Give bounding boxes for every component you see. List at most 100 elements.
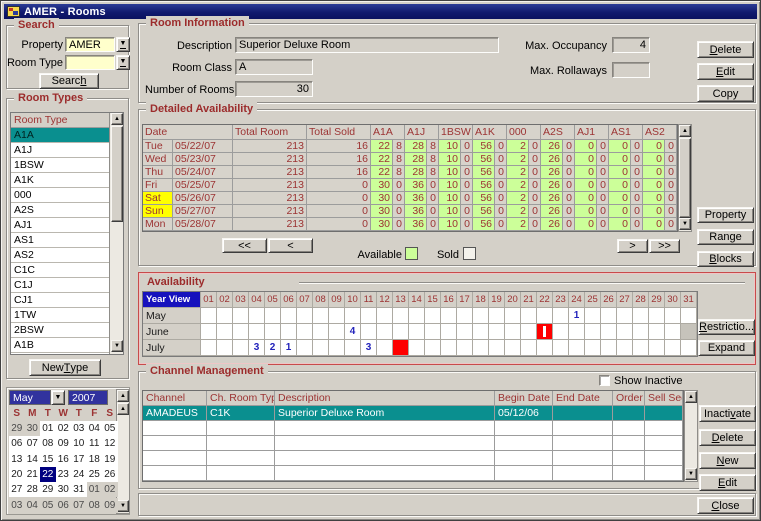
scroll-thumb[interactable] bbox=[111, 126, 123, 222]
year-view-cell[interactable] bbox=[233, 340, 249, 356]
calendar-day[interactable]: 23 bbox=[56, 467, 72, 482]
calendar-day[interactable]: 20 bbox=[9, 467, 25, 482]
year-view-cell[interactable] bbox=[345, 340, 361, 356]
scroll-up-icon[interactable]: ▲ bbox=[117, 390, 129, 402]
year-view-cell[interactable] bbox=[233, 324, 249, 340]
year-view-cell[interactable] bbox=[601, 340, 617, 356]
calendar-day[interactable]: 17 bbox=[71, 452, 87, 467]
year-view-cell[interactable] bbox=[201, 308, 217, 324]
year-view-cell[interactable] bbox=[265, 324, 281, 340]
room-type-item[interactable]: AS2 bbox=[11, 248, 110, 263]
year-view-cell[interactable] bbox=[473, 324, 489, 340]
channel-empty-row[interactable] bbox=[143, 451, 683, 466]
calendar-day[interactable]: 13 bbox=[9, 452, 25, 467]
delete-room-button[interactable]: Delete bbox=[697, 41, 754, 58]
delete-channel-button[interactable]: Delete bbox=[699, 429, 756, 446]
year-view-cell[interactable] bbox=[329, 324, 345, 340]
year-view-cell[interactable] bbox=[681, 340, 697, 356]
year-view-cell[interactable] bbox=[297, 340, 313, 356]
year-view-cell[interactable] bbox=[473, 308, 489, 324]
calendar-day[interactable]: 28 bbox=[25, 482, 41, 497]
year-view-cell[interactable] bbox=[633, 340, 649, 356]
year-view-cell[interactable] bbox=[457, 324, 473, 340]
scroll-up-icon[interactable]: ▲ bbox=[679, 125, 691, 137]
calendar-day[interactable]: 07 bbox=[71, 498, 87, 513]
calendar-day[interactable]: 04 bbox=[87, 421, 103, 436]
calendar-day[interactable]: 01 bbox=[87, 482, 103, 497]
year-view-cell[interactable] bbox=[441, 308, 457, 324]
close-button[interactable]: Close bbox=[697, 497, 754, 514]
edit-room-button[interactable]: Edit bbox=[697, 63, 754, 80]
channel-empty-row[interactable] bbox=[143, 436, 683, 451]
calendar-day[interactable]: 07 bbox=[25, 436, 41, 451]
year-view-cell[interactable] bbox=[601, 324, 617, 340]
calendar-month-dropdown-icon[interactable]: ▼ bbox=[51, 390, 65, 405]
channel-table-scrollbar[interactable]: ▲ ▼ bbox=[684, 390, 698, 482]
calendar-scrollbar[interactable]: ▲ ▲ ▼ bbox=[116, 389, 130, 514]
search-button[interactable]: Search bbox=[39, 73, 99, 89]
availability-row[interactable]: Mon05/28/07213030036010056020260000000 bbox=[143, 218, 677, 231]
availability-row[interactable]: Tue05/22/072131622828810056020260000000 bbox=[143, 140, 677, 153]
calendar-day[interactable]: 31 bbox=[71, 482, 87, 497]
calendar-year-select[interactable]: 2007 bbox=[68, 390, 108, 405]
year-view-cell[interactable] bbox=[585, 324, 601, 340]
year-view-cell[interactable] bbox=[489, 324, 505, 340]
availability-row[interactable]: Thu05/24/072131622828810056020260000000 bbox=[143, 166, 677, 179]
year-view-cell[interactable] bbox=[681, 324, 697, 340]
nav-last-button[interactable]: >> bbox=[649, 239, 680, 253]
year-view-cell[interactable] bbox=[217, 308, 233, 324]
calendar-day[interactable]: 24 bbox=[71, 467, 87, 482]
room-type-item[interactable]: AS1 bbox=[11, 233, 110, 248]
year-view-cell[interactable] bbox=[377, 340, 393, 356]
year-view-cell[interactable] bbox=[249, 324, 265, 340]
year-view-cell[interactable] bbox=[537, 340, 553, 356]
blocks-button[interactable]: Blocks bbox=[697, 251, 754, 267]
year-view-cell[interactable] bbox=[537, 308, 553, 324]
range-button[interactable]: Range bbox=[697, 229, 754, 245]
nav-prev-button[interactable]: < bbox=[268, 238, 313, 253]
calendar-day[interactable]: 12 bbox=[102, 436, 118, 451]
calendar-day[interactable]: 30 bbox=[25, 421, 41, 436]
calendar-day[interactable]: 26 bbox=[102, 467, 118, 482]
year-view-cell[interactable]: 4 bbox=[345, 324, 361, 340]
room-type-input[interactable] bbox=[65, 55, 115, 70]
calendar-day[interactable]: 08 bbox=[87, 498, 103, 513]
year-view-cell[interactable] bbox=[665, 324, 681, 340]
year-view-cell[interactable] bbox=[617, 340, 633, 356]
year-view-cell[interactable]: 2 bbox=[265, 340, 281, 356]
year-view-cell[interactable]: 3 bbox=[249, 340, 265, 356]
year-view-cell[interactable] bbox=[281, 308, 297, 324]
room-type-item[interactable]: AJ1 bbox=[11, 218, 110, 233]
year-view-cell[interactable] bbox=[553, 340, 569, 356]
year-view-cell[interactable] bbox=[441, 324, 457, 340]
year-view-cell[interactable] bbox=[569, 340, 585, 356]
inactivate-button[interactable]: Inactivate bbox=[699, 405, 756, 422]
year-view-cell[interactable] bbox=[553, 308, 569, 324]
year-view-cell[interactable] bbox=[569, 324, 585, 340]
year-view-cell[interactable] bbox=[297, 324, 313, 340]
room-type-item[interactable]: 1BSW bbox=[11, 158, 110, 173]
year-view-cell[interactable] bbox=[361, 308, 377, 324]
year-view-cell[interactable] bbox=[329, 308, 345, 324]
calendar-day[interactable]: 09 bbox=[56, 436, 72, 451]
scroll-down-icon[interactable]: ▼ bbox=[685, 468, 697, 480]
year-view-cell[interactable] bbox=[217, 340, 233, 356]
year-view-cell[interactable] bbox=[649, 324, 665, 340]
year-view-cell[interactable] bbox=[425, 308, 441, 324]
channel-empty-row[interactable] bbox=[143, 466, 683, 481]
year-view-cell[interactable] bbox=[313, 324, 329, 340]
calendar-day[interactable]: 29 bbox=[9, 421, 25, 436]
calendar-day[interactable]: 25 bbox=[87, 467, 103, 482]
year-view-cell[interactable] bbox=[329, 340, 345, 356]
room-type-item[interactable]: 2BSW bbox=[11, 323, 110, 338]
year-view-cell[interactable] bbox=[665, 340, 681, 356]
calendar-month-select[interactable]: May bbox=[9, 390, 51, 405]
scroll-up-icon[interactable]: ▲ bbox=[685, 391, 697, 403]
year-view-cell[interactable] bbox=[425, 324, 441, 340]
year-view-cell[interactable] bbox=[393, 308, 409, 324]
availability-row[interactable]: Wed05/23/072131622828810056020260000000 bbox=[143, 153, 677, 166]
calendar-day[interactable]: 29 bbox=[40, 482, 56, 497]
year-view-cell[interactable] bbox=[537, 324, 553, 340]
scroll-up-icon[interactable]: ▲ bbox=[111, 113, 123, 125]
expand-button[interactable]: Expand bbox=[698, 340, 755, 356]
